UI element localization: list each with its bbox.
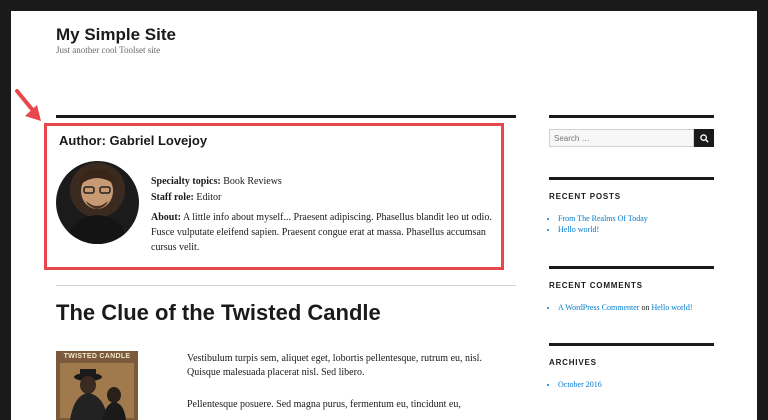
site-tagline: Just another cool Toolset site [56,45,161,55]
recent-posts-list: From The Realms Of Today Hello world! [549,213,648,235]
search-button[interactable] [694,129,714,147]
specialty-value: Book Reviews [223,176,282,187]
post-paragraph-1: Vestibulum turpis sem, aliquet eget, lob… [187,353,482,378]
list-item: A WordPress Commenter on Hello world! [558,302,693,313]
content-separator [56,285,516,286]
role-value: Editor [196,192,222,203]
specialty-label: Specialty topics: [151,176,221,187]
comment-post-link[interactable]: Hello world! [651,303,692,312]
about-text: A little info about myself... Praesent a… [151,212,492,253]
author-avatar [56,161,139,244]
about-row: About: A little info about myself... Pra… [151,210,496,255]
archives-rule [549,343,714,346]
recent-comments-rule [549,266,714,269]
archives-list: October 2016 [549,379,602,390]
page: My Simple Site Just another cool Toolset… [11,11,757,420]
search-icon [699,133,709,143]
recent-post-link[interactable]: From The Realms Of Today [558,214,648,223]
annotation-arrow-icon [15,89,41,121]
recent-comments-list: A WordPress Commenter on Hello world! [549,302,693,313]
list-item: October 2016 [558,379,602,390]
sidebar-top-rule [549,115,714,118]
book-cover-image[interactable]: TWISTED CANDLE [56,351,138,420]
recent-post-link[interactable]: Hello world! [558,225,599,234]
list-item: From The Realms Of Today [558,213,648,224]
author-box: Author: Gabriel Lovejoy Specialty topics… [44,123,504,270]
author-heading: Author: Gabriel Lovejoy [59,133,208,148]
role-label: Staff role: [151,192,194,203]
search-input[interactable] [549,129,694,147]
recent-comments-title: RECENT COMMENTS [549,281,643,290]
search-form [549,129,714,147]
post-title[interactable]: The Clue of the Twisted Candle [56,300,381,326]
recent-posts-rule [549,177,714,180]
comment-on-text: on [641,303,650,312]
book-cover-art-icon [60,363,134,420]
content-top-rule [56,115,516,118]
avatar-portrait-icon [66,169,128,244]
post-paragraph-2: Pellentesque posuere. Sed magna purus, f… [187,399,461,410]
specialty-row: Specialty topics: Book Reviews [151,175,282,189]
comment-author-link[interactable]: A WordPress Commenter [558,303,639,312]
site-title[interactable]: My Simple Site [56,25,176,45]
archive-link[interactable]: October 2016 [558,380,602,389]
about-label: About: [151,212,182,223]
archives-title: ARCHIVES [549,358,597,367]
role-row: Staff role: Editor [151,191,221,205]
list-item: Hello world! [558,224,648,235]
recent-posts-title: RECENT POSTS [549,192,621,201]
